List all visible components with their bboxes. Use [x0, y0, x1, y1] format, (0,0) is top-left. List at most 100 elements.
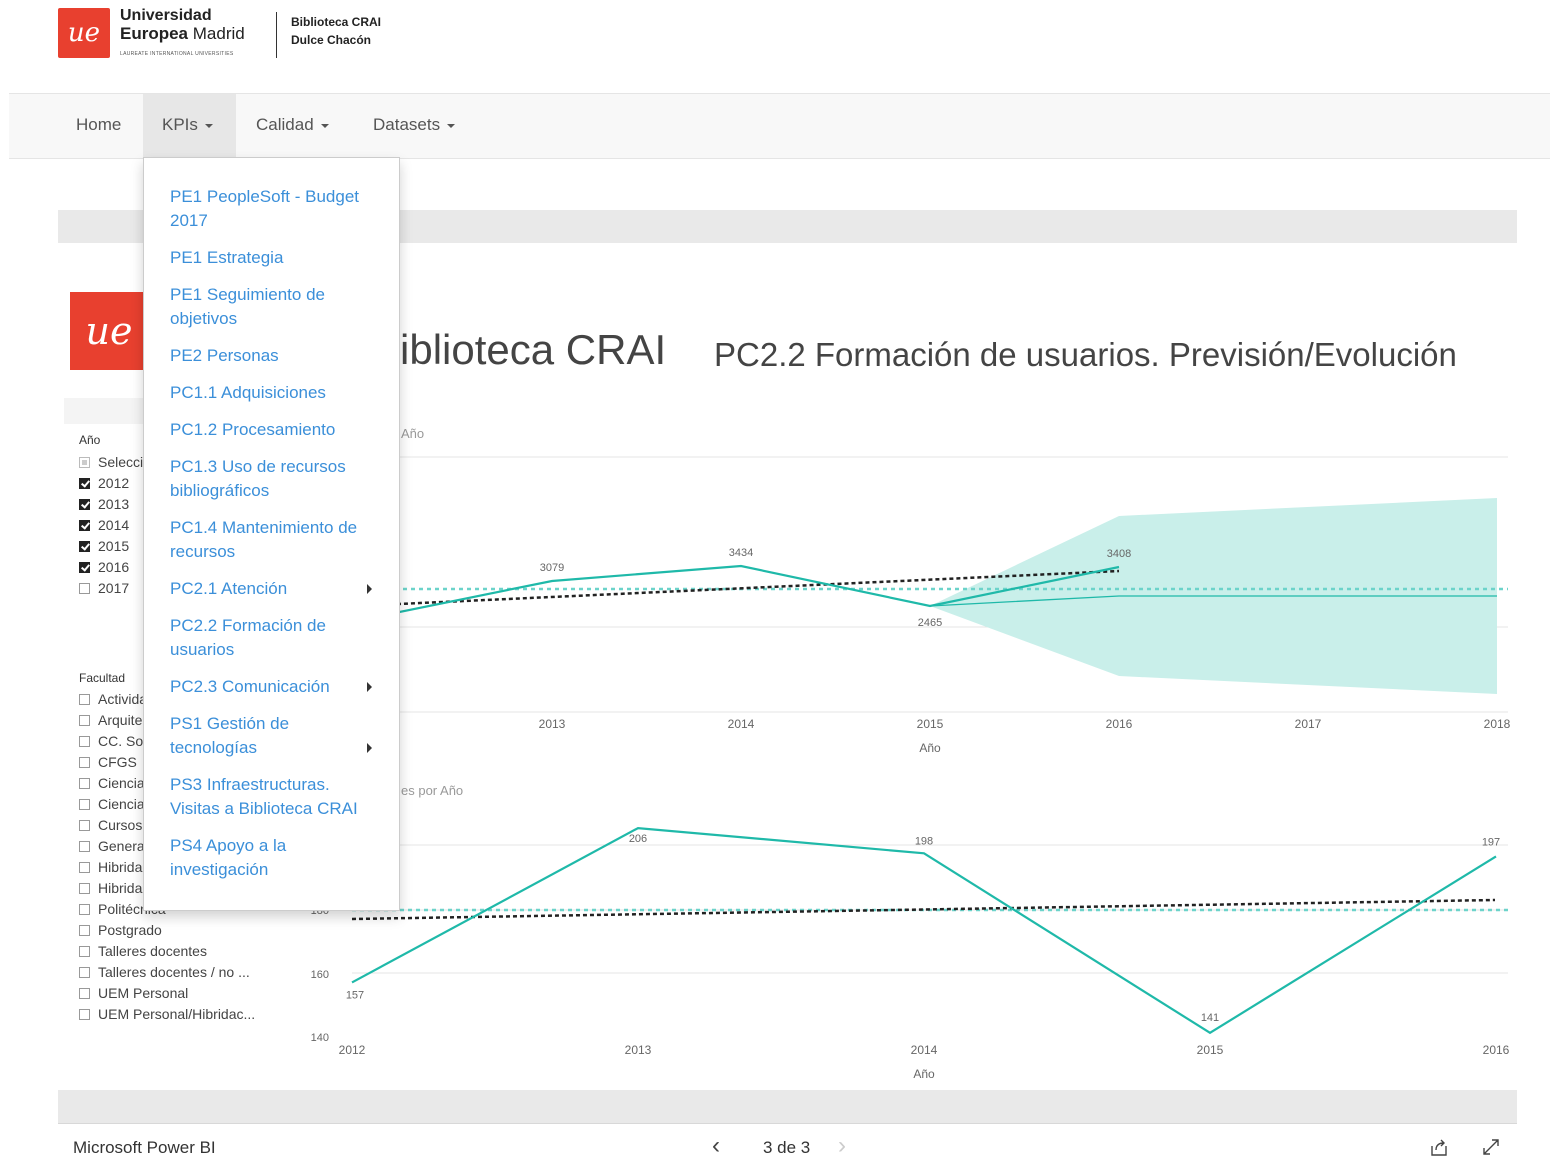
checkbox-icon[interactable] [79, 967, 90, 978]
dropdown-item[interactable]: PC2.1 Atención [170, 577, 375, 601]
slicer-option-label: Talleres docentes / no ... [98, 964, 250, 980]
university-name-rest: Madrid [188, 24, 245, 43]
checkbox-checked-icon[interactable] [79, 499, 90, 510]
university-name-line2: Europea Madrid [120, 24, 245, 44]
page-indicator: 3 de 3 [763, 1138, 811, 1157]
nav-datasets[interactable]: Datasets [354, 94, 474, 158]
report-title: Biblioteca CRAI [372, 326, 667, 373]
dropdown-item[interactable]: PS3 Infraestructuras. Visitas a Bibliote… [170, 773, 375, 821]
checkbox-icon[interactable] [79, 925, 90, 936]
slicer-option-label: 2017 [98, 580, 130, 596]
checkbox-icon[interactable] [79, 841, 90, 852]
checkbox-icon[interactable] [79, 862, 90, 873]
slicer-option[interactable]: UEM Personal [79, 983, 255, 1004]
checkbox-icon[interactable] [79, 946, 90, 957]
report-subtitle: PC2.2 Formación de usuarios. Previsión/E… [714, 336, 1457, 373]
submenu-arrow-icon [367, 682, 372, 692]
x-tick-label: 2012 [339, 1043, 366, 1057]
checkbox-icon[interactable] [79, 715, 90, 726]
university-name-line1: Universidad [120, 7, 212, 24]
dropdown-item[interactable]: PC1.1 Adquisiciones [170, 381, 375, 405]
slicer-option-label: CFGS [98, 754, 137, 770]
x-tick-label: 2018 [1484, 717, 1511, 731]
dropdown-item[interactable]: PC1.4 Mantenimiento de recursos [170, 516, 375, 564]
x-tick-label: 2014 [728, 717, 755, 731]
slicer-option-label: 2013 [98, 496, 130, 512]
x-axis-label: Año [919, 741, 941, 755]
checkbox-icon[interactable] [79, 736, 90, 747]
data-label: 206 [629, 833, 647, 845]
slicer-option[interactable]: UEM Personal/Hibridac... [79, 1004, 255, 1025]
checkbox-icon[interactable] [79, 757, 90, 768]
checkbox-icon[interactable] [79, 457, 90, 468]
checkbox-checked-icon[interactable] [79, 562, 90, 573]
dropdown-item[interactable]: PC2.2 Formación de usuarios [170, 614, 375, 662]
checkbox-icon[interactable] [79, 820, 90, 831]
powerbi-link[interactable]: Microsoft Power BI [73, 1138, 216, 1158]
checkbox-icon[interactable] [79, 883, 90, 894]
slicer-option-label: UEM Personal/Hibridac... [98, 1006, 256, 1022]
x-tick-label: 2016 [1106, 717, 1133, 731]
dropdown-item[interactable]: PC1.3 Uso de recursos bibliográficos [170, 455, 375, 503]
submenu-arrow-icon [367, 584, 372, 594]
dropdown-item[interactable]: PE1 Estrategia [170, 246, 375, 270]
library-name-line1: Biblioteca CRAI [291, 15, 382, 29]
dropdown-item[interactable]: PS4 Apoyo a la investigación [170, 834, 375, 882]
caret-down-icon [204, 123, 213, 128]
x-tick-label: 2014 [911, 1043, 938, 1057]
dropdown-item[interactable]: PE1 PeopleSoft - Budget 2017 [170, 185, 375, 233]
slicer-option[interactable]: Talleres docentes / no ... [79, 962, 255, 983]
slicer-option[interactable]: Talleres docentes [79, 941, 255, 962]
data-label: 141 [1201, 1012, 1219, 1024]
dropdown-item[interactable]: PC2.3 Comunicación [170, 675, 375, 699]
checkbox-icon[interactable] [79, 988, 90, 999]
checkbox-checked-icon[interactable] [79, 520, 90, 531]
nav-kpis[interactable]: KPIs [143, 94, 236, 158]
x-tick-label: 2015 [1197, 1043, 1224, 1057]
prev-page-button[interactable]: ‹ [712, 1132, 720, 1160]
checkbox-icon[interactable] [79, 799, 90, 810]
nav-calidad[interactable]: Calidad [237, 94, 348, 158]
slicer-option-label: 2014 [98, 517, 130, 533]
chart-title: Año [401, 426, 424, 441]
data-label: 3079 [540, 562, 564, 574]
chart-title: es por Año [401, 783, 463, 798]
dropdown-item[interactable]: PS1 Gestión de tecnologías [170, 712, 375, 760]
checkbox-icon[interactable] [79, 694, 90, 705]
checkbox-icon[interactable] [79, 904, 90, 915]
slicer-option[interactable]: Postgrado [79, 920, 255, 941]
checkbox-checked-icon[interactable] [79, 478, 90, 489]
chart-evolution[interactable]: es por Año140160180157206 1981411972012 20… [300, 778, 1525, 1088]
y-tick-label: 160 [311, 969, 329, 981]
checkbox-checked-icon[interactable] [79, 541, 90, 552]
caret-down-icon [320, 123, 329, 128]
x-tick-label: 2015 [917, 717, 944, 731]
university-logo[interactable]: ue [58, 8, 110, 58]
nav-calidad-label: Calidad [256, 115, 314, 134]
data-label: 3434 [729, 547, 753, 559]
x-axis-label: Año [913, 1067, 935, 1081]
data-label: 197 [1482, 836, 1500, 848]
slicer-option-label: 2016 [98, 559, 130, 575]
dropdown-item[interactable]: PC1.2 Procesamiento [170, 418, 375, 442]
slicer-option-label: 2012 [98, 475, 130, 491]
chart-forecast[interactable]: Año 3079 3434 2465 3408 2013 2014 2015 2016 2017 2… [300, 420, 1525, 765]
year-slicer-title: Año [79, 433, 101, 447]
library-name-line2: Dulce Chacón [291, 33, 372, 47]
dropdown-item[interactable]: PE1 Seguimiento de objetivos [170, 283, 375, 331]
caret-down-icon [447, 123, 456, 128]
share-icon[interactable] [1428, 1136, 1450, 1158]
dropdown-item[interactable]: PE2 Personas [170, 344, 375, 368]
slicer-option-label: Talleres docentes [98, 943, 207, 959]
header-divider [276, 12, 277, 58]
next-page-button[interactable]: › [838, 1132, 846, 1160]
nav-home[interactable]: Home [57, 94, 140, 158]
data-label: 157 [346, 989, 364, 1001]
x-tick-label: 2013 [539, 717, 566, 731]
checkbox-icon[interactable] [79, 583, 90, 594]
x-tick-label: 2017 [1295, 717, 1322, 731]
checkbox-icon[interactable] [79, 778, 90, 789]
checkbox-icon[interactable] [79, 1009, 90, 1020]
fullscreen-icon[interactable] [1480, 1136, 1502, 1158]
submenu-arrow-icon [367, 743, 372, 753]
